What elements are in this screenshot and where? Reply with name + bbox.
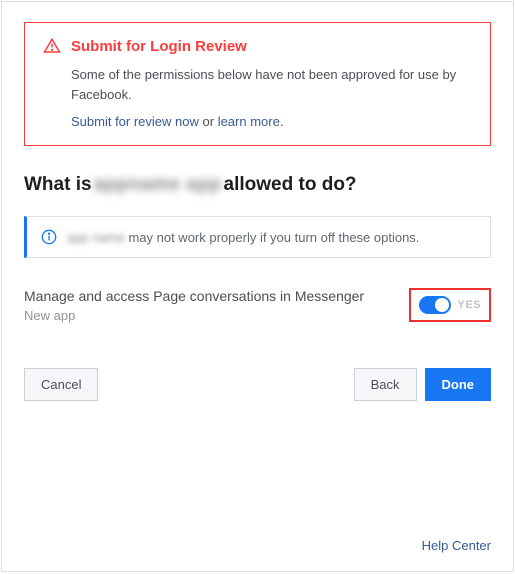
alert-title: Submit for Login Review — [71, 38, 247, 55]
alert-or: or — [199, 114, 218, 129]
dialog-container: Submit for Login Review Some of the perm… — [1, 1, 514, 572]
toggle-knob — [435, 298, 449, 312]
toggle-label: YES — [457, 299, 481, 311]
toggle-highlight: YES — [409, 288, 491, 322]
info-text-wrap: app name may not work properly if you tu… — [67, 230, 419, 245]
permission-subtitle: New app — [24, 308, 364, 323]
page-title: What is appname app allowed to do? — [24, 174, 491, 196]
info-app-name: app name — [67, 230, 125, 245]
info-banner: app name may not work properly if you tu… — [24, 216, 491, 258]
done-button[interactable]: Done — [425, 368, 492, 401]
alert-links: Submit for review now or learn more. — [71, 114, 472, 129]
info-icon — [41, 229, 57, 245]
back-button[interactable]: Back — [354, 368, 417, 401]
cancel-button[interactable]: Cancel — [24, 368, 98, 401]
heading-prefix: What is — [24, 174, 92, 196]
alert-period: . — [280, 114, 284, 129]
button-row: Cancel Back Done — [24, 368, 491, 401]
heading-suffix: allowed to do? — [224, 174, 357, 196]
permission-text-group: Manage and access Page conversations in … — [24, 288, 364, 323]
heading-app-name: appname app — [94, 174, 222, 196]
button-group-right: Back Done — [354, 368, 491, 401]
help-center-link[interactable]: Help Center — [422, 538, 491, 553]
permission-title: Manage and access Page conversations in … — [24, 288, 364, 304]
permission-toggle[interactable] — [419, 296, 451, 314]
login-review-alert: Submit for Login Review Some of the perm… — [24, 22, 491, 146]
alert-body: Some of the permissions below have not b… — [71, 65, 472, 104]
alert-header: Submit for Login Review — [43, 37, 472, 55]
info-text: may not work properly if you turn off th… — [128, 230, 419, 245]
learn-more-link[interactable]: learn more — [218, 114, 280, 129]
warning-icon — [43, 37, 61, 55]
submit-review-link[interactable]: Submit for review now — [71, 114, 199, 129]
permission-row: Manage and access Page conversations in … — [24, 288, 491, 323]
